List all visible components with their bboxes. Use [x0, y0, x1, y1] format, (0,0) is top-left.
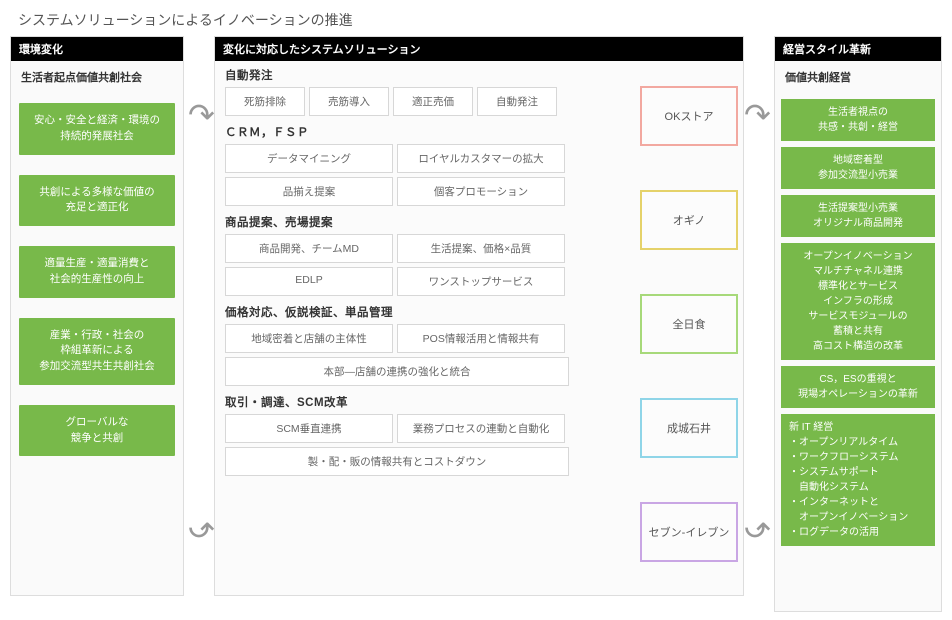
solution-group-title: 自動発注 — [225, 67, 733, 83]
company-box-2: 全日食 — [640, 294, 738, 354]
arrow-center-to-right-top: ↷ — [744, 96, 771, 134]
arrow-right-to-center-bottom: ↷ — [744, 508, 771, 546]
solution-chip: ロイヤルカスタマーの拡大 — [397, 144, 565, 173]
env-box-1: 共創による多様な価値の 充足と適正化 — [19, 175, 175, 227]
solution-chip: SCM垂直連携 — [225, 414, 393, 443]
solution-chip: ワンストップサービス — [397, 267, 565, 296]
solution-chip: 個客プロモーション — [397, 177, 565, 206]
env-box-0: 安心・安全と経済・環境の 持続的発展社会 — [19, 103, 175, 155]
col-environment-header: 環境変化 — [11, 37, 183, 61]
col-management-header: 経営スタイル革新 — [775, 37, 941, 61]
solution-chip: 本部―店舗の連携の強化と統合 — [225, 357, 569, 386]
mgmt-box-3: オープンイノベーション マルチチャネル連携 標準化とサービス インフラの形成 サ… — [781, 243, 935, 360]
solution-chip: 売筋導入 — [309, 87, 389, 116]
solution-chip: 商品開発、チームMD — [225, 234, 393, 263]
env-box-2: 適量生産・適量消費と 社会的生産性の向上 — [19, 246, 175, 298]
solution-chip: 適正売価 — [393, 87, 473, 116]
mgmt-box-2: 生活提案型小売業 オリジナル商品開発 — [781, 195, 935, 237]
solution-chip: 地域密着と店舗の主体性 — [225, 324, 393, 353]
mgmt-box-1: 地域密着型 参加交流型小売業 — [781, 147, 935, 189]
solution-chip: EDLP — [225, 267, 393, 296]
solution-chip: 製・配・販の情報共有とコストダウン — [225, 447, 569, 476]
env-box-4: グローバルな 競争と共創 — [19, 405, 175, 457]
solution-chip: 死筋排除 — [225, 87, 305, 116]
page-title: システムソリューションによるイノベーションの推進 — [0, 0, 952, 36]
company-box-4: セブン-イレブン — [640, 502, 738, 562]
solution-chip: POS情報活用と情報共有 — [397, 324, 565, 353]
arrow-left-to-center-top: ↷ — [188, 96, 215, 134]
solution-chip: データマイニング — [225, 144, 393, 173]
company-box-1: オギノ — [640, 190, 738, 250]
col-management-subhead: 価値共創経営 — [775, 61, 941, 89]
company-box-0: OKストア — [640, 86, 738, 146]
mgmt-box-4: CS，ESの重視と 現場オペレーションの革新 — [781, 366, 935, 408]
col-solutions-header: 変化に対応したシステムソリューション — [215, 37, 743, 61]
mgmt-box-5: 新 IT 経営 ・オープンリアルタイム ・ワークフローシステム ・システムサポー… — [781, 414, 935, 546]
col-environment-subhead: 生活者起点価値共創社会 — [11, 61, 183, 89]
solution-chip: 品揃え提案 — [225, 177, 393, 206]
col-management: 経営スタイル革新 価値共創経営 生活者視点の 共感・共創・経営地域密着型 参加交… — [774, 36, 942, 612]
env-box-3: 産業・行政・社会の 枠組革新による 参加交流型共生共創社会 — [19, 318, 175, 385]
solution-chip: 生活提案、価格×品質 — [397, 234, 565, 263]
solution-chip: 自動発注 — [477, 87, 557, 116]
arrow-center-to-left-bottom: ↷ — [188, 508, 215, 546]
diagram-canvas: 環境変化 生活者起点価値共創社会 安心・安全と経済・環境の 持続的発展社会共創に… — [10, 36, 942, 614]
col-environment: 環境変化 生活者起点価値共創社会 安心・安全と経済・環境の 持続的発展社会共創に… — [10, 36, 184, 596]
company-box-3: 成城石井 — [640, 398, 738, 458]
solution-chip: 業務プロセスの連動と自動化 — [397, 414, 565, 443]
mgmt-box-0: 生活者視点の 共感・共創・経営 — [781, 99, 935, 141]
